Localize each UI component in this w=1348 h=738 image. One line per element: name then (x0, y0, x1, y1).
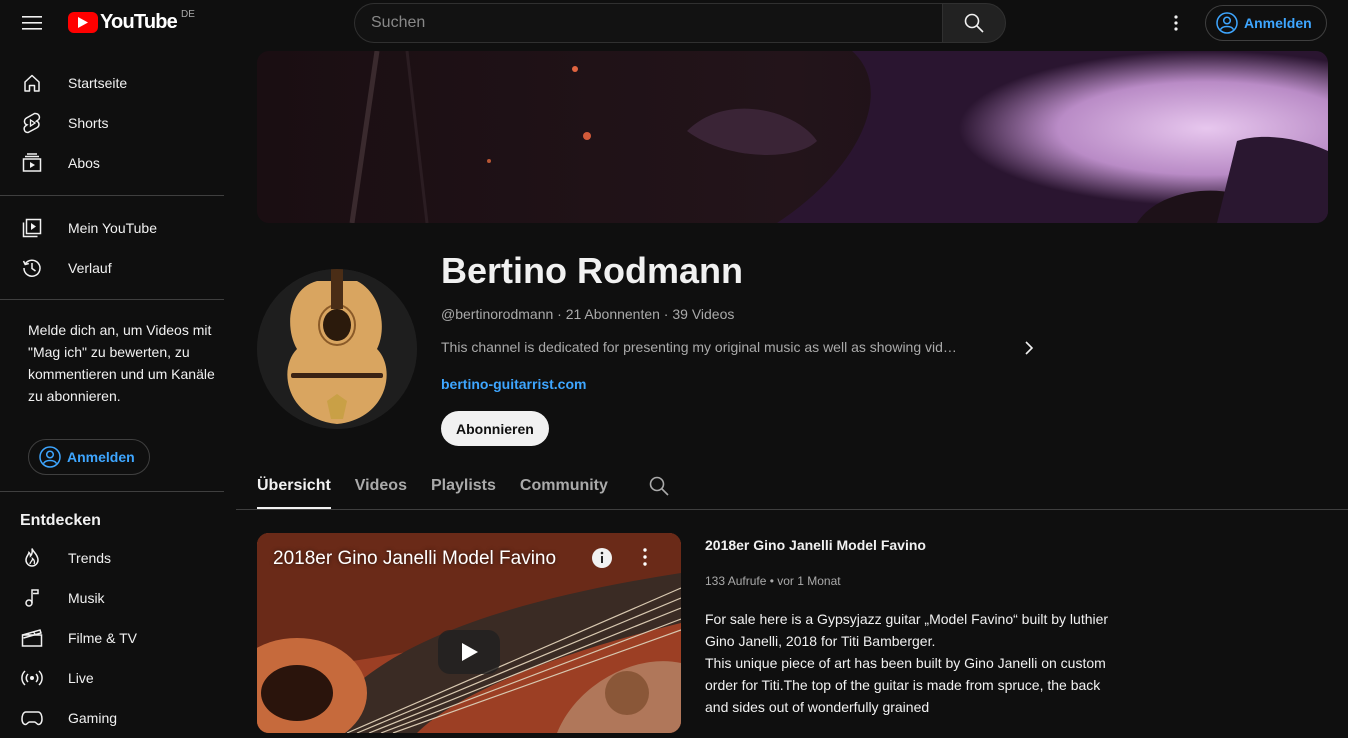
sidebar-item-label: Trends (68, 550, 112, 566)
sidebar-item-movies[interactable]: Filme & TV (12, 618, 224, 658)
sidebar-item-label: Startseite (68, 75, 128, 91)
search-button[interactable] (942, 3, 1006, 43)
music-icon (12, 588, 52, 608)
more-options-icon[interactable] (1164, 11, 1188, 35)
signin-label: Anmelden (67, 449, 135, 465)
sidebar-item-gaming[interactable]: Gaming (12, 698, 224, 738)
sidebar-item-label: Shorts (68, 115, 109, 131)
live-icon (12, 669, 52, 687)
channel-avatar[interactable] (257, 269, 417, 429)
video-more-icon[interactable] (635, 547, 655, 572)
sidebar-item-subscriptions[interactable]: Abos (12, 143, 224, 183)
search-icon (964, 13, 984, 33)
search-bar (354, 3, 1006, 43)
menu-icon[interactable] (16, 10, 48, 36)
sidebar-item-label: Mein YouTube (68, 220, 157, 236)
sidebar-item-label: Musik (68, 590, 105, 606)
account-icon (39, 446, 61, 468)
channel-tabs: Übersicht Videos Playlists Community (257, 474, 632, 510)
sidebar-divider (0, 195, 224, 196)
trending-icon (12, 547, 52, 569)
signin-button[interactable]: Anmelden (1205, 5, 1327, 41)
tab-community[interactable]: Community (520, 474, 608, 510)
library-icon (12, 218, 52, 238)
channel-description[interactable]: This channel is dedicated for presenting… (441, 339, 1041, 355)
video-description-text: For sale here is a Gypsyjazz guitar „Mod… (705, 611, 1109, 715)
tab-overview[interactable]: Übersicht (257, 474, 331, 510)
sidebar-divider (0, 299, 224, 300)
tab-playlists[interactable]: Playlists (431, 474, 496, 510)
sidebar-divider (0, 491, 224, 492)
channel-link[interactable]: bertino-guitarrist.com (441, 376, 586, 392)
sidebar-item-trending[interactable]: Trends (12, 538, 224, 578)
country-code: DE (180, 9, 195, 20)
tabs-divider (236, 509, 1348, 510)
subscriptions-icon (12, 153, 52, 173)
account-icon (1216, 12, 1238, 34)
video-meta: 133 Aufrufe • vor 1 Monat (705, 574, 841, 588)
home-icon (12, 73, 52, 93)
featured-video-player[interactable]: 2018er Gino Janelli Model Favino (257, 533, 681, 733)
sidebar-item-home[interactable]: Startseite (12, 63, 224, 103)
video-overlay-title: 2018er Gino Janelli Model Favino (273, 548, 557, 569)
shorts-icon (12, 112, 52, 134)
sidebar-item-history[interactable]: Verlauf (12, 248, 224, 288)
sidebar-item-music[interactable]: Musik (12, 578, 224, 618)
subscribe-button[interactable]: Abonnieren (441, 411, 549, 446)
sidebar-item-label: Verlauf (68, 260, 112, 276)
explore-section-title: Entdecken (20, 512, 101, 529)
gaming-icon (12, 710, 52, 726)
channel-banner (257, 51, 1328, 223)
top-bar: YouTube DE Anmelden (0, 0, 1348, 46)
sidebar-item-label: Live (68, 670, 94, 686)
play-button[interactable] (438, 630, 500, 674)
tab-videos[interactable]: Videos (355, 474, 407, 510)
youtube-play-icon (68, 12, 98, 33)
sidebar-item-library[interactable]: Mein YouTube (12, 208, 224, 248)
info-icon[interactable] (591, 547, 613, 574)
signin-label: Anmelden (1244, 15, 1312, 31)
logo-text: YouTube (100, 11, 178, 33)
play-icon (462, 643, 478, 661)
sidebar-item-label: Gaming (68, 710, 118, 726)
sidebar-item-label: Abos (68, 155, 100, 171)
movies-icon (12, 628, 52, 648)
chevron-right-icon[interactable] (1021, 339, 1037, 360)
sidebar-item-label: Filme & TV (68, 630, 137, 646)
video-title[interactable]: 2018er Gino Janelli Model Favino (705, 537, 926, 553)
channel-meta: @bertinorodmann · 21 Abonnenten · 39 Vid… (441, 306, 735, 322)
sidebar-item-shorts[interactable]: Shorts (12, 103, 224, 143)
signin-prompt-text: Melde dich an, um Videos mit "Mag ich" z… (28, 322, 215, 404)
channel-name: Bertino Rodmann (441, 250, 743, 291)
sidebar-item-live[interactable]: Live (12, 658, 224, 698)
channel-description-text: This channel is dedicated for presenting… (441, 339, 957, 355)
sidebar-signin-button[interactable]: Anmelden (28, 439, 150, 475)
youtube-logo[interactable]: YouTube DE (68, 9, 195, 34)
video-description: For sale here is a Gypsyjazz guitar „Mod… (705, 608, 1115, 718)
search-input[interactable] (354, 3, 942, 43)
history-icon (12, 258, 52, 278)
channel-search-icon[interactable] (649, 476, 669, 501)
sidebar: Startseite Shorts Abos Mein YouTube Verl… (0, 46, 236, 726)
